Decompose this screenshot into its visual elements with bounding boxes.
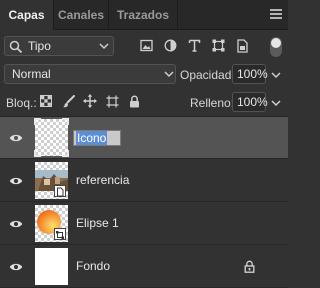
filter-row: Tipo — [0, 33, 288, 59]
fill-field[interactable]: 100% — [232, 92, 268, 112]
filter-toggle[interactable] — [270, 37, 282, 57]
filter-type-label: Tipo — [28, 39, 51, 53]
search-icon — [9, 40, 23, 54]
fill-chevron-icon[interactable] — [271, 100, 281, 107]
lock-position-move-icon[interactable] — [83, 94, 97, 108]
opacity-chevron-icon[interactable] — [271, 72, 281, 79]
chevron-down-icon — [99, 43, 109, 50]
opacity-label: Opacidad: — [180, 68, 235, 82]
lock-transparent-pixels-icon[interactable] — [40, 95, 52, 107]
layer-thumbnail[interactable] — [35, 162, 68, 199]
panel-tab-bar: Capas Canales Trazados — [0, 0, 288, 31]
layer-thumbnail[interactable] — [35, 205, 68, 242]
visibility-eye-icon[interactable] — [9, 176, 23, 186]
layer-name[interactable]: Elipse 1 — [76, 216, 119, 230]
layers-list: Icono referencia Elipse 1 Fondo — [0, 117, 288, 288]
shape-layer-filter-icon[interactable] — [212, 39, 225, 52]
layer-name-input[interactable]: Icono — [73, 130, 122, 146]
fill-label: Relleno: — [190, 96, 235, 110]
layer-name[interactable]: Fondo — [76, 259, 110, 273]
lock-all-icon[interactable] — [129, 95, 140, 108]
blend-row: Normal Opacidad: 100% — [0, 62, 288, 87]
tab-divider — [177, 0, 178, 30]
layer-thumbnail[interactable] — [35, 248, 68, 285]
tab-canales[interactable]: Canales — [54, 0, 108, 30]
lock-row: Bloq.: Relleno: 100% — [0, 90, 288, 114]
adjustment-layer-filter-icon[interactable] — [164, 39, 177, 52]
blend-mode-select[interactable]: Normal — [4, 64, 176, 84]
type-layer-filter-icon[interactable] — [188, 39, 201, 52]
layer-name-selected-text: Icono — [76, 131, 108, 145]
panel-menu-icon[interactable] — [270, 9, 282, 20]
smart-object-filter-icon[interactable] — [236, 39, 249, 53]
chevron-down-icon — [164, 71, 174, 78]
filter-type-select[interactable]: Tipo — [4, 36, 114, 56]
layer-name[interactable]: referencia — [76, 173, 129, 187]
layer-row-icono[interactable]: Icono — [0, 117, 288, 159]
layer-row-referencia[interactable]: referencia — [0, 160, 288, 202]
visibility-eye-icon[interactable] — [9, 262, 23, 272]
shape-icon — [54, 228, 66, 240]
document-icon — [54, 185, 66, 197]
opacity-value: 100% — [237, 67, 268, 81]
tab-trazados[interactable]: Trazados — [109, 0, 177, 30]
pixel-layer-filter-icon[interactable] — [140, 39, 153, 52]
lock-label: Bloq.: — [6, 96, 37, 110]
layer-locked-icon[interactable] — [244, 260, 255, 273]
opacity-field[interactable]: 100% — [232, 64, 268, 84]
visibility-eye-icon[interactable] — [9, 219, 23, 229]
fill-value: 100% — [237, 95, 268, 109]
visibility-eye-icon[interactable] — [9, 133, 23, 143]
tab-capas[interactable]: Capas — [0, 0, 53, 31]
layer-row-fondo[interactable]: Fondo — [0, 246, 288, 288]
lock-image-pixels-brush-icon[interactable] — [62, 95, 75, 108]
lock-artboard-icon[interactable] — [106, 95, 119, 108]
layer-thumbnail[interactable] — [34, 118, 69, 157]
blend-mode-value: Normal — [12, 67, 51, 81]
layer-row-elipse-1[interactable]: Elipse 1 — [0, 203, 288, 245]
